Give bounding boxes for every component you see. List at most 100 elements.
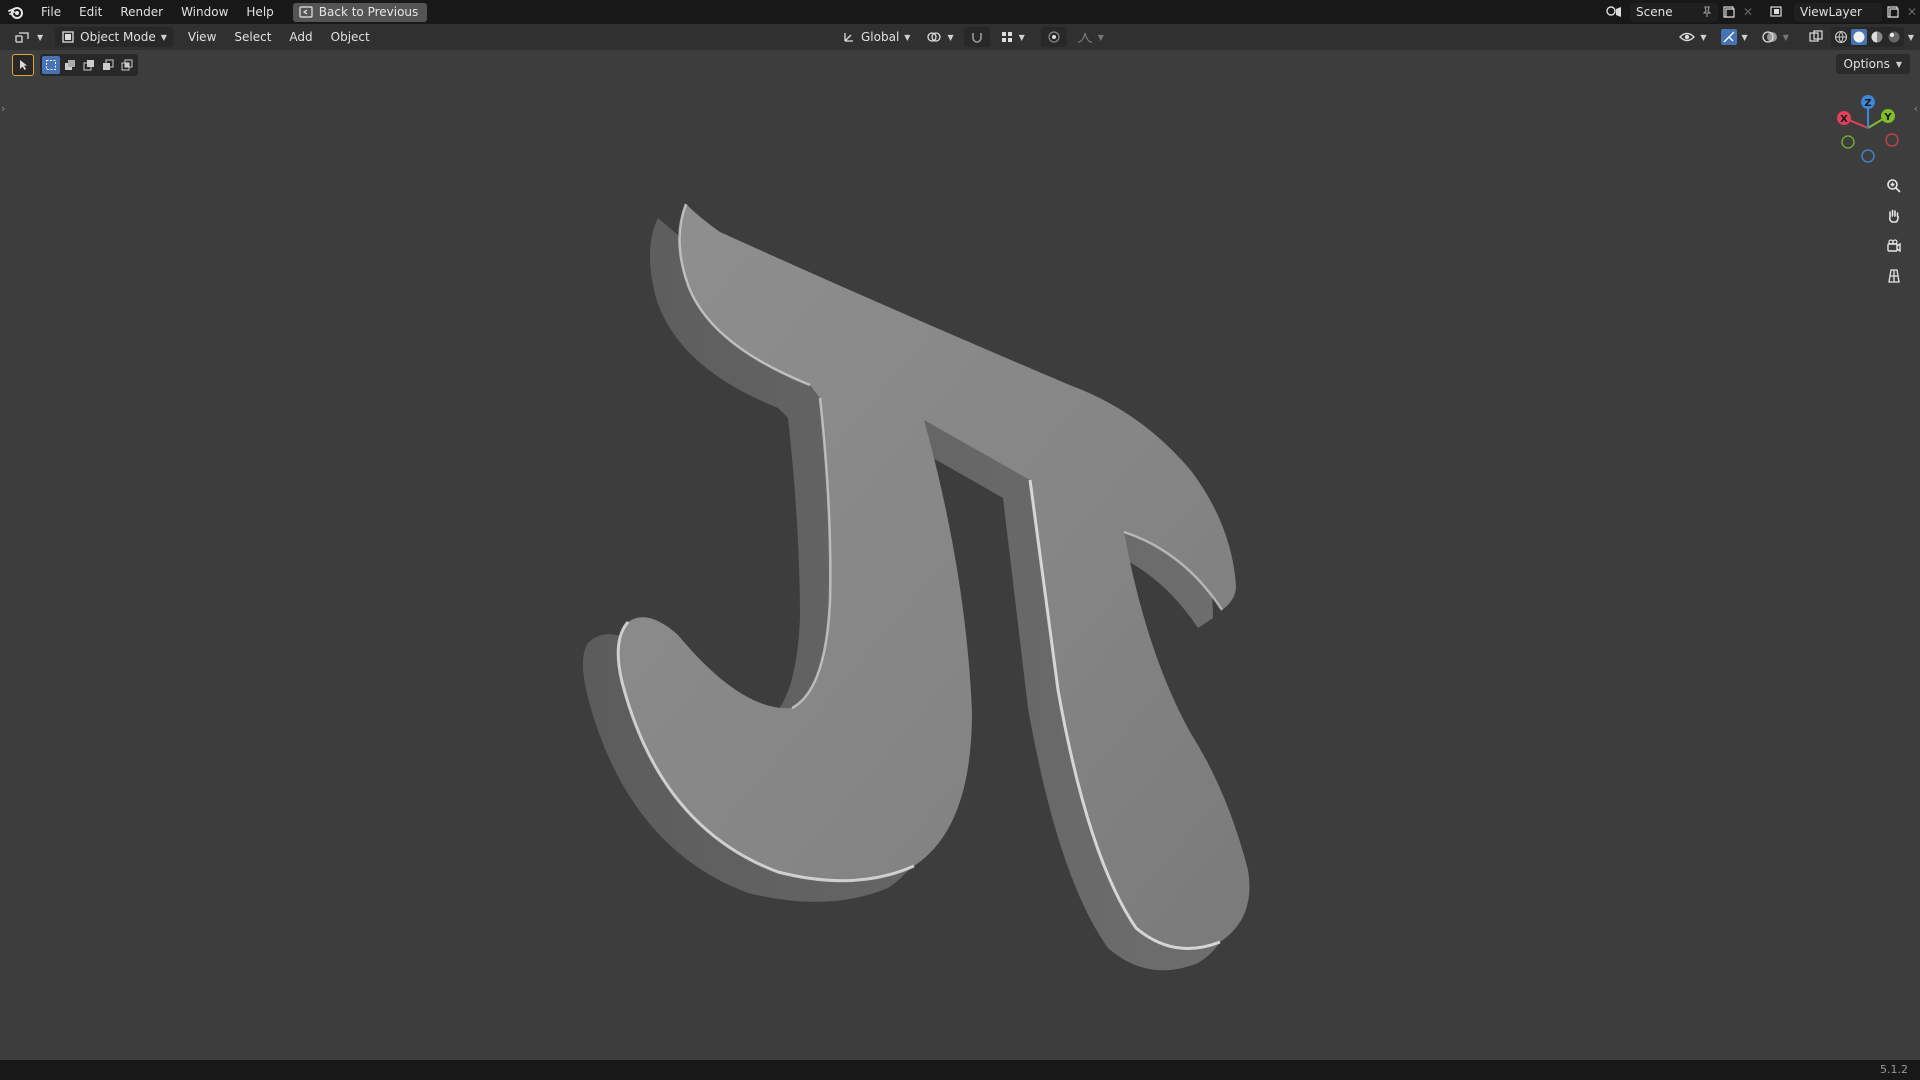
chevron-down-icon: ▼ [1700,32,1707,42]
chevron-down-icon: ▼ [1782,32,1789,42]
menu-edit[interactable]: Edit [70,0,111,24]
select-new-icon [46,60,56,70]
top-menu-bar: File Edit Render Window Help Back to Pre… [0,0,1920,24]
chevron-down-icon: ▼ [904,32,911,42]
chevron-down-icon: ▼ [1097,32,1104,42]
chevron-down-icon: ▼ [1018,32,1025,42]
pan-button[interactable] [1882,204,1906,228]
shading-modes [1830,27,1904,47]
chevron-down-icon: ▼ [160,32,167,42]
blender-logo-icon[interactable] [0,0,32,24]
transform-icon [844,33,853,42]
transform-orientation-label: Global [861,30,900,44]
gizmo-x-label: X [1840,114,1848,125]
selection-mode-group [40,54,138,76]
select-new-mode[interactable] [42,56,60,74]
transform-orientation-dropdown[interactable]: Global ▼ [836,27,916,47]
select-invert-mode[interactable] [99,56,117,74]
select-subtract-icon [83,60,94,71]
selectability-visibility-dropdown[interactable]: ▼ [1673,27,1712,47]
options-dropdown[interactable]: Options ▼ [1835,54,1910,74]
zoom-icon [1887,179,1901,193]
version-label: 5.1.2 [1880,1063,1908,1076]
proportional-editing-toggle[interactable] [1040,27,1067,47]
menu-object[interactable]: Object [322,25,379,49]
hand-icon [1888,209,1899,223]
close-view-layer-icon[interactable]: ✕ [1904,2,1920,22]
scene-name: Scene [1636,5,1673,19]
editor-type-button[interactable]: ▼ [8,27,49,47]
mode-dropdown[interactable]: Object Mode ▼ [55,27,173,47]
chevron-down-icon: ▼ [1741,32,1748,42]
pivot-icon [927,32,942,42]
pivot-point-dropdown[interactable]: ▼ [920,27,959,47]
scene-name-field[interactable]: Scene [1630,2,1718,22]
toolbar-expand-arrow-icon[interactable]: › [1,102,5,115]
back-to-previous-label: Back to Previous [318,5,419,19]
scene-browse-icon[interactable] [1598,2,1630,22]
new-view-layer-icon[interactable] [1882,2,1904,22]
snap-target-dropdown[interactable]: ▼ [994,27,1031,47]
select-tool-button[interactable] [12,54,34,76]
select-intersect-mode[interactable] [118,56,136,74]
falloff-icon [1077,32,1092,43]
cursor-icon [20,60,27,70]
shading-options-chevron-icon[interactable]: ▼ [1908,33,1914,42]
proportional-falloff-dropdown[interactable]: ▼ [1071,27,1110,47]
menu-render[interactable]: Render [111,0,172,24]
snap-toggle[interactable] [963,27,990,47]
menu-file[interactable]: File [32,0,70,24]
zoom-button[interactable] [1882,174,1906,198]
perspective-toggle-button[interactable] [1882,264,1906,288]
camera-icon [1887,239,1901,253]
pin-icon[interactable] [1702,6,1712,18]
eye-icon [1679,32,1696,42]
top-right-controls: Scene ✕ ViewLayer ✕ [1598,0,1920,24]
status-bar: 5.1.2 [0,1060,1920,1080]
3d-viewport[interactable]: › ‹ X Y Z [0,50,1920,1060]
close-icon[interactable]: ✕ [1740,2,1756,22]
gizmo-z-label: Z [1864,98,1871,109]
wireframe-shading-icon[interactable] [1834,30,1848,44]
select-invert-icon [103,59,114,70]
view-layer-field[interactable]: ViewLayer [1794,2,1882,22]
mode-label: Object Mode [80,30,156,44]
menu-select[interactable]: Select [225,25,280,49]
navigation-gizmo[interactable]: X Y Z [1830,90,1910,170]
header-right-tools: ▼ ▼ ▼ ▼ [1673,27,1914,47]
overlays-toggle[interactable]: ▼ [1756,27,1795,47]
sidebar-expand-arrow-icon[interactable]: ‹ [1914,102,1918,115]
pi-symbol-object[interactable] [0,50,1920,1060]
select-extend-mode[interactable] [61,56,79,74]
xray-icon [1809,30,1823,42]
proportional-icon [1048,31,1060,43]
mode-icon [62,31,74,43]
gizmo-y-label: Y [1883,112,1892,123]
xray-toggle[interactable] [1803,27,1829,47]
gizmo-toggle[interactable]: ▼ [1715,27,1754,47]
chevron-down-icon: ▼ [1895,59,1902,69]
back-to-previous-button[interactable]: Back to Previous [292,2,428,22]
select-subtract-mode[interactable] [80,56,98,74]
solid-shading-icon[interactable] [1850,29,1867,45]
menu-view[interactable]: View [179,25,225,49]
options-label: Options [1843,57,1890,71]
menu-window[interactable]: Window [172,0,237,24]
viewport-header: ▼ Object Mode ▼ View Select Add Object G… [0,24,1920,50]
rendered-shading-icon[interactable] [1887,30,1901,44]
chevron-down-icon: ▼ [947,32,954,42]
gizmo-icon [1720,29,1737,45]
snap-grid-icon [1001,32,1012,42]
view-layer-browse-icon[interactable] [1762,2,1794,22]
grid-icon [1888,269,1900,283]
snap-icon [971,33,982,43]
editor-type-icon [15,32,29,43]
select-intersect-icon [121,59,133,71]
viewport-navigation-buttons [1882,174,1906,288]
camera-view-button[interactable] [1882,234,1906,258]
menu-add[interactable]: Add [280,25,321,49]
menu-help[interactable]: Help [237,0,282,24]
new-scene-icon[interactable] [1718,2,1740,22]
material-shading-icon[interactable] [1870,30,1884,44]
header-center-tools: Global ▼ ▼ ▼ ▼ [836,27,1110,47]
